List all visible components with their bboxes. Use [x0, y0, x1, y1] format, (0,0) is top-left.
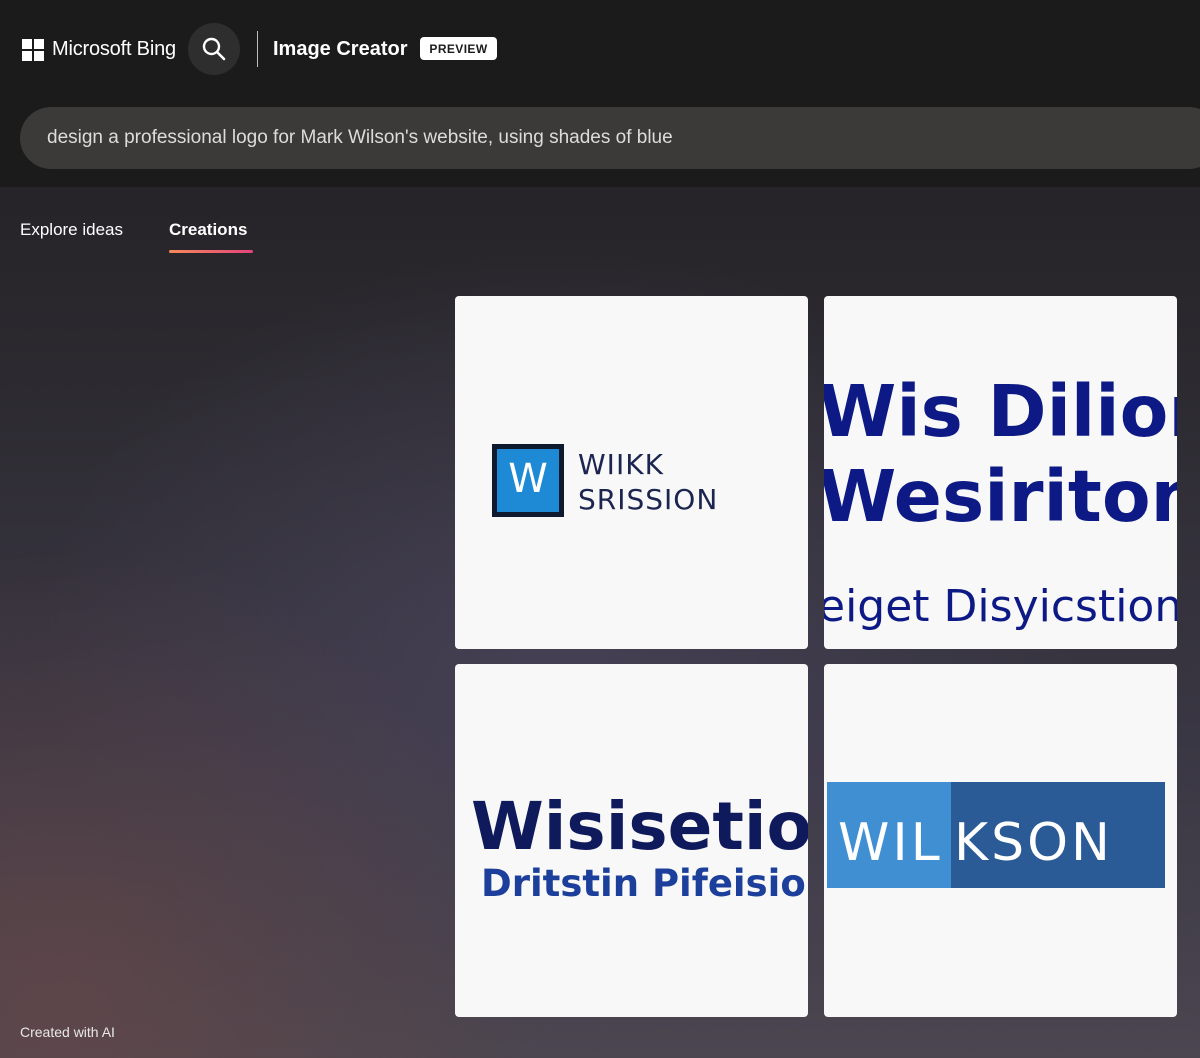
- logo-line-1: WIIKK: [578, 448, 664, 481]
- logo-line-1: Wisisetion: [471, 788, 808, 865]
- result-image-1-art: W WIIKK SRISSION: [492, 444, 718, 517]
- bing-brand[interactable]: Microsoft Bing: [22, 38, 176, 61]
- result-image-3-art: Wisisetion Dritstin Pifeisionu: [471, 788, 808, 905]
- logo-line-2: KSON: [954, 813, 1113, 873]
- logo-line-1: WIL: [838, 813, 943, 873]
- result-image-4-art: WIL KSON: [827, 782, 1165, 888]
- tab-creations[interactable]: Creations: [169, 220, 247, 240]
- logo-mark-letter: W: [508, 456, 548, 502]
- result-image-3[interactable]: Wisisetion Dritstin Pifeisionu: [455, 664, 808, 1017]
- result-image-4[interactable]: WIL KSON: [824, 664, 1177, 1017]
- result-image-2[interactable]: Wis Dilion Wesiriton eiget Disyicstion: [824, 296, 1177, 649]
- tab-explore-ideas[interactable]: Explore ideas: [20, 220, 123, 240]
- prompt-input[interactable]: design a professional logo for Mark Wils…: [20, 107, 1200, 169]
- search-icon: [202, 37, 226, 61]
- app-title[interactable]: Image Creator: [273, 38, 408, 61]
- brand-name: Microsoft Bing: [52, 38, 176, 60]
- logo-line-2: SRISSION: [578, 483, 718, 516]
- logo-line-1: Wis Dilion: [824, 370, 1177, 453]
- logo-line-2: Dritstin Pifeisionu: [481, 862, 808, 905]
- logo-line-2: Wesiriton: [824, 455, 1177, 538]
- search-button[interactable]: [188, 23, 240, 75]
- header-divider: [257, 31, 258, 67]
- result-image-1[interactable]: W WIIKK SRISSION: [455, 296, 808, 649]
- logo-line-3: eiget Disyicstion: [824, 581, 1177, 632]
- prompt-text[interactable]: design a professional logo for Mark Wils…: [47, 127, 673, 149]
- active-tab-indicator: [169, 250, 253, 253]
- created-with-ai-note: Created with AI: [20, 1024, 115, 1040]
- preview-badge: PREVIEW: [420, 37, 497, 60]
- microsoft-logo-icon: [22, 38, 44, 61]
- result-image-2-art: Wis Dilion Wesiriton eiget Disyicstion: [824, 370, 1177, 632]
- top-header: Microsoft Bing Image Creator PREVIEW des…: [0, 0, 1200, 187]
